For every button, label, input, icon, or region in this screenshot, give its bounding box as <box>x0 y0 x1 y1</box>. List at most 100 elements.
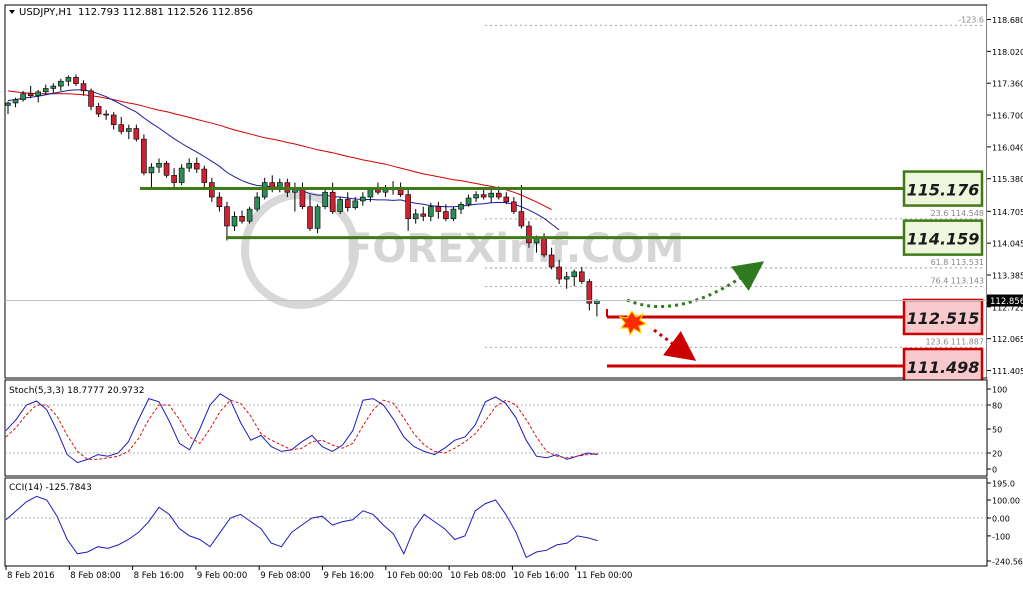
price-tick-label: 117.360 <box>992 80 1023 89</box>
fib-level-label: -123.6 <box>958 15 984 24</box>
chart-header: USDJPY,H1 112.793 112.881 112.526 112.85… <box>9 7 253 18</box>
cci-label: CCI(14) -125.7843 <box>9 483 92 493</box>
price-tick-label: 113.385 <box>992 271 1023 280</box>
candle-body <box>50 85 57 89</box>
cci-panel <box>4 477 988 567</box>
symbol-timeframe: USDJPY,H1 <box>19 7 72 18</box>
main-panel <box>4 4 988 379</box>
candle-body <box>480 194 487 198</box>
fib-level-label: 123.6 111.887 <box>925 337 984 346</box>
candle-body <box>246 208 253 222</box>
candle-body <box>503 196 510 203</box>
candle-body <box>156 162 162 168</box>
candle-body <box>578 271 585 282</box>
time-tick-label: 9 Feb 00:00 <box>197 571 247 581</box>
candle-body <box>35 91 42 97</box>
candle-body <box>511 201 517 212</box>
level-label-resistance: 115.176 <box>907 181 980 200</box>
candle-body <box>495 192 502 198</box>
candle-body <box>224 206 230 227</box>
candle-body <box>488 192 495 198</box>
time-tick-label: 9 Feb 16:00 <box>324 571 374 581</box>
fib-level-label: 23.6 114.548 <box>931 209 984 218</box>
candle-body <box>548 254 555 268</box>
candle-body <box>329 191 336 212</box>
stoch-tick-label: 0 <box>992 466 997 475</box>
stoch-tick-label: 80 <box>992 402 1002 411</box>
candle-body <box>231 216 238 227</box>
price-tick-label: 114.045 <box>992 240 1023 249</box>
candle-body <box>73 77 79 84</box>
candle-body <box>216 196 223 207</box>
candle-body <box>12 99 19 104</box>
candle-body <box>5 102 11 106</box>
time-tick-label: 10 Feb 00:00 <box>387 571 443 581</box>
candle-body <box>103 113 109 116</box>
chart-svg: FOREXimf.COM -123.6 23.6 114.548 61.8 113.… <box>4 4 1023 581</box>
time-tick-label: 8 Feb 2016 <box>7 571 55 581</box>
candle-body <box>458 203 464 210</box>
candle-body <box>141 138 147 174</box>
candle-body <box>450 208 457 220</box>
stochastic-panel <box>4 379 988 477</box>
price-tick-label: 111.405 <box>992 367 1023 376</box>
candle-body <box>571 271 578 277</box>
candle-body <box>80 83 87 92</box>
level-label-resistance: 114.159 <box>907 230 980 249</box>
candle-body <box>58 80 64 87</box>
candle-body <box>427 206 434 217</box>
candle-body <box>360 196 366 202</box>
usdjpy-chart[interactable]: FOREXimf.COM -123.6 23.6 114.548 61.8 113.… <box>0 0 1023 586</box>
candle-body <box>65 77 72 82</box>
candle-body <box>148 166 155 174</box>
candle-body <box>299 187 306 207</box>
candle-body <box>412 213 419 220</box>
time-tick-label: 8 Feb 16:00 <box>134 571 184 581</box>
candle-body <box>276 182 283 188</box>
cci-tick-label: -240.56 <box>992 558 1023 567</box>
candle-body <box>344 199 351 208</box>
time-tick-label: 8 Feb 08:00 <box>70 571 120 581</box>
candle-body <box>126 128 132 132</box>
candle-body <box>405 194 411 220</box>
candle-body <box>193 162 200 170</box>
candle-body <box>27 93 34 97</box>
time-tick-label: 10 Feb 08:00 <box>450 571 506 581</box>
candle-body <box>307 206 313 229</box>
candle-body <box>435 206 442 212</box>
candle-body <box>367 189 374 198</box>
candle-body <box>118 124 125 132</box>
level-label-support: 112.515 <box>907 309 980 328</box>
price-tick-label: 116.040 <box>992 143 1023 152</box>
candle-body <box>178 167 185 183</box>
candle-body <box>556 266 562 280</box>
candle-body <box>133 128 140 140</box>
price-tick-label: 115.380 <box>992 175 1023 184</box>
candle-body <box>95 106 102 115</box>
cci-tick-label: 100.00 <box>992 497 1020 506</box>
watermark-text: FOREXimf.COM <box>345 226 684 272</box>
time-tick-label: 11 Feb 00:00 <box>577 571 633 581</box>
candle-body <box>239 216 245 222</box>
stoch-tick-label: 50 <box>992 426 1002 435</box>
candle-body <box>518 211 525 227</box>
price-tick-label: 112.065 <box>992 335 1023 344</box>
candle-body <box>586 281 593 304</box>
candle-body <box>254 196 260 210</box>
candle-body <box>42 88 49 93</box>
price-tick-label: 118.680 <box>992 16 1023 25</box>
cci-tick-label: 0.00 <box>992 514 1010 523</box>
candle-body <box>337 199 344 212</box>
level-label-support: 111.498 <box>907 358 980 377</box>
stochastic-label: Stoch(5,3,3) 18.7777 20.9732 <box>9 386 144 396</box>
candle-body <box>20 93 26 100</box>
cci-tick-label: 195.0 <box>992 480 1015 489</box>
candle-body <box>186 162 192 169</box>
current-price-label: 112.856 <box>990 297 1023 307</box>
candle-body <box>420 213 427 217</box>
candle-body <box>526 225 532 244</box>
candle-body <box>322 191 328 207</box>
candle-body <box>314 206 321 229</box>
candle-body <box>88 90 94 107</box>
fib-level-label: 76.4 113.143 <box>931 277 984 286</box>
